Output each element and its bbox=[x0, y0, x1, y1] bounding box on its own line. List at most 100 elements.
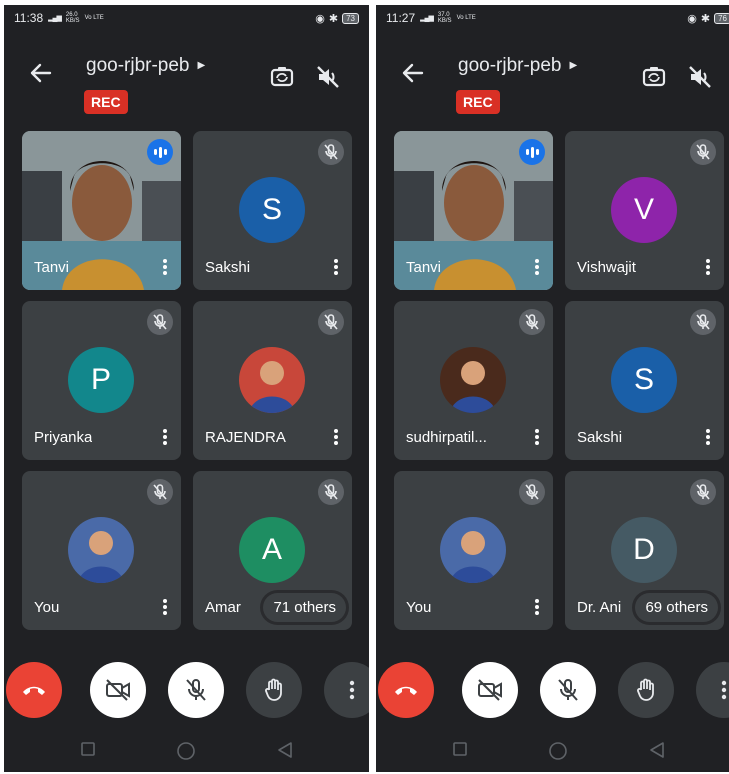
avatar: D bbox=[611, 517, 677, 583]
meeting-code-text: goo-rjbr-peb bbox=[86, 55, 190, 76]
tile-options-icon[interactable] bbox=[702, 428, 714, 446]
avatar-initial: A bbox=[261, 533, 282, 566]
mic-off-icon bbox=[186, 679, 206, 701]
participant-tile[interactable]: D Dr. Ani 69 others bbox=[565, 471, 724, 630]
tile-options-icon[interactable] bbox=[531, 428, 543, 446]
android-nav-bar bbox=[376, 733, 729, 769]
participant-tile[interactable]: You bbox=[22, 471, 181, 630]
battery-indicator: 73 bbox=[342, 12, 359, 24]
raise-hand-icon bbox=[637, 678, 654, 701]
muted-mic-icon bbox=[318, 139, 344, 165]
participant-name: You bbox=[406, 599, 432, 616]
muted-mic-icon bbox=[318, 479, 344, 505]
participant-name: sudhirpatil... bbox=[406, 429, 487, 446]
participant-name: Amar bbox=[205, 599, 241, 616]
raise-hand-button[interactable] bbox=[246, 662, 302, 718]
recents-icon[interactable] bbox=[452, 741, 468, 762]
hang-up-icon bbox=[395, 686, 417, 695]
status-time: 11:38 bbox=[14, 11, 44, 25]
mic-toggle-button[interactable] bbox=[540, 662, 596, 718]
raise-hand-icon bbox=[265, 678, 282, 701]
network-speed: 37.0 KB/S bbox=[438, 12, 452, 24]
avatar: S bbox=[239, 177, 305, 243]
network-speed: 26.0 KB/S bbox=[66, 12, 80, 24]
avatar: S bbox=[611, 347, 677, 413]
switch-camera-icon[interactable] bbox=[640, 63, 668, 91]
muted-mic-icon bbox=[690, 139, 716, 165]
tile-options-icon[interactable] bbox=[159, 258, 171, 276]
alarm-icon: ◉ bbox=[687, 12, 697, 25]
more-options-button[interactable] bbox=[324, 662, 369, 718]
battery-indicator: 76 bbox=[714, 12, 729, 24]
participant-tile[interactable]: RAJENDRA bbox=[193, 301, 352, 460]
participant-name: Vishwajit bbox=[577, 259, 636, 276]
end-call-button[interactable] bbox=[378, 662, 434, 718]
others-count-button[interactable]: 69 others bbox=[635, 593, 718, 622]
participant-tile[interactable]: A Amar 71 others bbox=[193, 471, 352, 630]
participant-tile[interactable]: Tanvi bbox=[22, 131, 181, 290]
call-controls bbox=[376, 658, 729, 718]
home-icon[interactable] bbox=[548, 741, 568, 766]
others-count-button[interactable]: 71 others bbox=[263, 593, 346, 622]
mic-toggle-button[interactable] bbox=[168, 662, 224, 718]
avatar-photo bbox=[239, 347, 305, 413]
back-nav-icon[interactable] bbox=[648, 741, 666, 764]
participant-tile[interactable]: S Sakshi bbox=[565, 301, 724, 460]
end-call-button[interactable] bbox=[6, 662, 62, 718]
meeting-header: goo-rjbr-peb ▶ REC bbox=[4, 45, 369, 125]
back-arrow-icon[interactable] bbox=[402, 63, 424, 89]
participant-name: Sakshi bbox=[205, 259, 251, 276]
raise-hand-button[interactable] bbox=[618, 662, 674, 718]
meeting-code[interactable]: goo-rjbr-peb ▶ bbox=[458, 55, 577, 77]
tile-options-icon[interactable] bbox=[330, 428, 342, 446]
camera-toggle-button[interactable] bbox=[462, 662, 518, 718]
caret-right-icon: ▶ bbox=[197, 60, 206, 71]
muted-mic-icon bbox=[690, 309, 716, 335]
status-time: 11:27 bbox=[386, 11, 416, 25]
signal-icon: ▂▄▆ bbox=[420, 15, 434, 22]
back-arrow-icon[interactable] bbox=[30, 63, 52, 89]
avatar: P bbox=[68, 347, 134, 413]
avatar-photo bbox=[440, 347, 506, 413]
bluetooth-icon: ✱ bbox=[700, 12, 711, 25]
participant-tile[interactable]: S Sakshi bbox=[193, 131, 352, 290]
caret-right-icon: ▶ bbox=[569, 60, 578, 71]
meet-screen-1: 11:38 ▂▄▆ 26.0 KB/S Vo LTE ◉ ✱ 73 goo-rj… bbox=[4, 5, 369, 772]
participant-tile[interactable]: You bbox=[394, 471, 553, 630]
tile-options-icon[interactable] bbox=[330, 258, 342, 276]
tile-options-icon[interactable] bbox=[702, 258, 714, 276]
recording-badge: REC bbox=[84, 90, 128, 114]
camera-toggle-button[interactable] bbox=[90, 662, 146, 718]
participant-name: Sakshi bbox=[577, 429, 623, 446]
avatar-initial: S bbox=[261, 193, 282, 226]
participant-tile[interactable]: sudhirpatil... bbox=[394, 301, 553, 460]
muted-mic-icon bbox=[519, 309, 545, 335]
network-speed-unit: KB/S bbox=[65, 18, 80, 24]
participant-tile[interactable]: Tanvi bbox=[394, 131, 553, 290]
tile-options-icon[interactable] bbox=[531, 258, 543, 276]
recording-badge: REC bbox=[456, 90, 500, 114]
participant-tile[interactable]: P Priyanka bbox=[22, 301, 181, 460]
video-off-icon bbox=[106, 679, 130, 701]
avatar-initial: D bbox=[633, 533, 655, 566]
muted-mic-icon bbox=[147, 479, 173, 505]
participant-tile[interactable]: V Vishwajit bbox=[565, 131, 724, 290]
bluetooth-icon: ✱ bbox=[328, 12, 339, 25]
tile-options-icon[interactable] bbox=[531, 598, 543, 616]
meeting-code[interactable]: goo-rjbr-peb ▶ bbox=[86, 55, 205, 77]
tile-options-icon[interactable] bbox=[159, 598, 171, 616]
more-options-button[interactable] bbox=[696, 662, 729, 718]
participant-name: Dr. Ani bbox=[577, 599, 622, 616]
avatar-initial: V bbox=[633, 193, 654, 226]
home-icon[interactable] bbox=[176, 741, 196, 766]
avatar-initial: P bbox=[90, 363, 111, 396]
speaker-off-icon[interactable] bbox=[314, 63, 342, 91]
more-vert-icon bbox=[721, 680, 727, 700]
speaker-off-icon[interactable] bbox=[686, 63, 714, 91]
tile-options-icon[interactable] bbox=[159, 428, 171, 446]
muted-mic-icon bbox=[690, 479, 716, 505]
switch-camera-icon[interactable] bbox=[268, 63, 296, 91]
back-nav-icon[interactable] bbox=[276, 741, 294, 764]
hang-up-icon bbox=[23, 686, 45, 695]
recents-icon[interactable] bbox=[80, 741, 96, 762]
